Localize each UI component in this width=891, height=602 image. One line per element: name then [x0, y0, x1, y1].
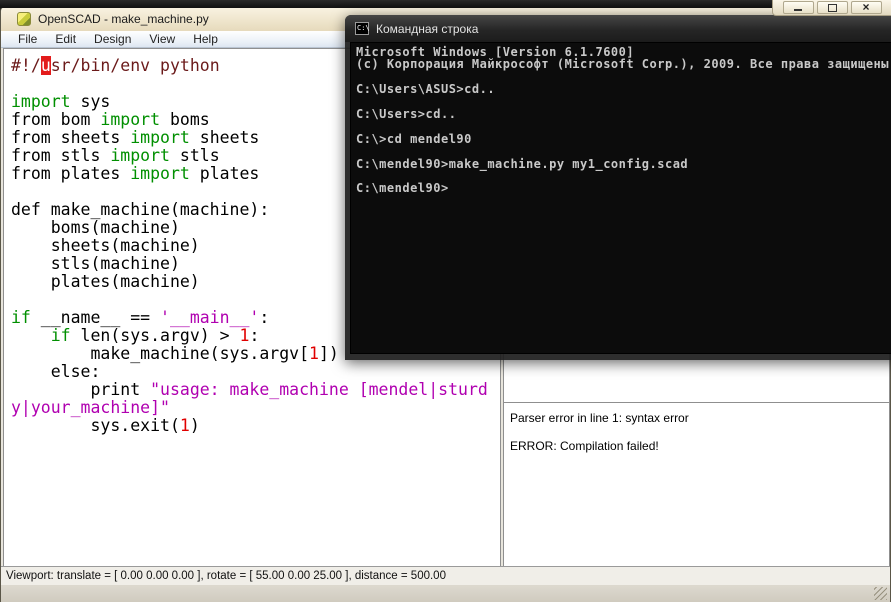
openscad-logo-icon: [17, 12, 31, 26]
cmd-line: C:\mendel90>make_machine.py my1_config.s…: [356, 158, 891, 170]
status-bar: Viewport: translate = [ 0.00 0.00 0.00 ]…: [1, 566, 890, 585]
resize-grip[interactable]: [874, 587, 887, 600]
cmd-line: [356, 120, 891, 132]
console-message: Parser error in line 1: syntax error: [510, 411, 883, 425]
close-button[interactable]: ×: [851, 1, 882, 14]
cmd-window: C:\ Командная строка Microsoft Windows […: [345, 15, 891, 360]
cmd-prompt-icon: C:\: [355, 22, 369, 35]
cmd-titlebar[interactable]: C:\ Командная строка: [345, 15, 891, 42]
maximize-icon: [828, 4, 837, 12]
console-message: ERROR: Compilation failed!: [510, 439, 883, 453]
background-window-strip: [0, 0, 891, 8]
cmd-line: C:\mendel90>: [356, 182, 891, 194]
window-bottom-frame: [1, 585, 890, 602]
console-message: [510, 425, 883, 439]
menu-design[interactable]: Design: [85, 31, 140, 48]
viewport-status-text: Viewport: translate = [ 0.00 0.00 0.00 ]…: [6, 570, 446, 582]
cmd-line: C:\Users>cd..: [356, 108, 891, 120]
code-line: y|your_machine]": [11, 399, 500, 417]
code-line: else:: [11, 363, 500, 381]
console-output: Parser error in line 1: syntax error ERR…: [510, 411, 883, 453]
menu-help[interactable]: Help: [184, 31, 227, 48]
cmd-line: [356, 145, 891, 157]
menu-view[interactable]: View: [140, 31, 184, 48]
maximize-button[interactable]: [817, 1, 848, 14]
cmd-output: Microsoft Windows [Version 6.1.7600](c) …: [356, 46, 891, 195]
cmd-window-title: Командная строка: [376, 22, 478, 36]
code-line: print "usage: make_machine [mendel|sturd: [11, 381, 500, 399]
minimize-button[interactable]: [783, 1, 814, 14]
openscad-window-title: OpenSCAD - make_machine.py: [38, 12, 209, 26]
menu-edit[interactable]: Edit: [46, 31, 85, 48]
text-cursor: u: [41, 56, 51, 75]
cmd-line: C:\Users\ASUS>cd..: [356, 83, 891, 95]
cmd-content[interactable]: Microsoft Windows [Version 6.1.7600](c) …: [350, 42, 891, 354]
cmd-line: (c) Корпорация Майкрософт (Microsoft Cor…: [356, 58, 891, 70]
menu-file[interactable]: File: [9, 31, 46, 48]
cmd-line: C:\>cd mendel90: [356, 133, 891, 145]
caption-buttons: ×: [772, 0, 891, 16]
minimize-icon: [794, 9, 802, 11]
close-icon: ×: [862, 2, 869, 13]
screen: OpenSCAD - make_machine.py File Edit Des…: [0, 0, 891, 602]
console-pane[interactable]: Parser error in line 1: syntax error ERR…: [504, 402, 889, 571]
code-line: sys.exit(1): [11, 417, 500, 435]
